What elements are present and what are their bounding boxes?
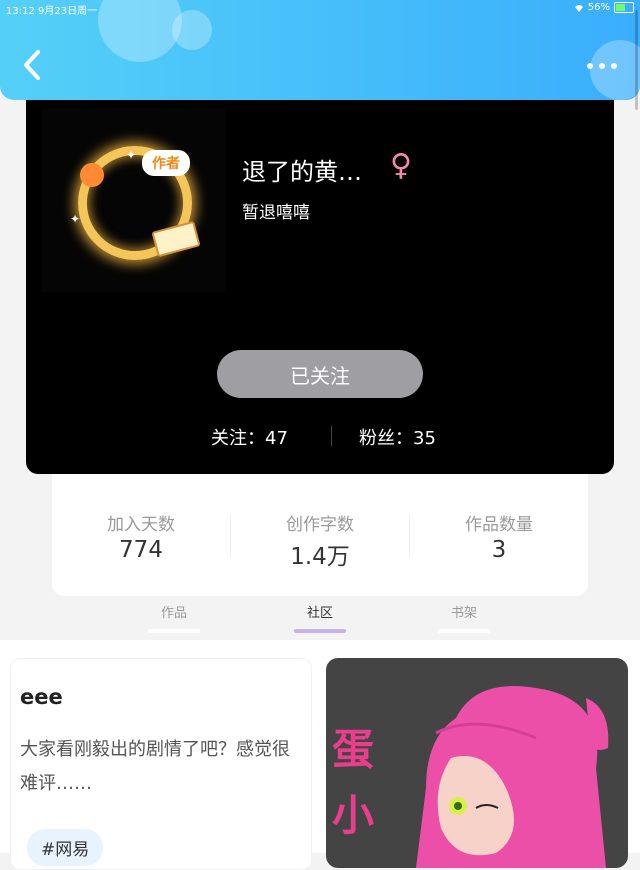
wifi-icon (574, 4, 583, 12)
status-time: 13:12 9月23日周一 (6, 6, 98, 17)
follow-stats: 关注：47 粉丝：35 (26, 424, 614, 450)
female-gender-icon: ♀ (390, 148, 412, 183)
stat-label: 作品数量 (465, 515, 533, 535)
battery-icon (614, 2, 634, 13)
stat-works-count: 作品数量 3 (410, 510, 588, 563)
author-badge: 作者 (142, 150, 190, 176)
tab-works[interactable]: 作品 (124, 602, 224, 621)
lightbulb-icon (80, 163, 104, 187)
status-bar: 13:12 9月23日周一 56% (0, 0, 640, 17)
post-title: eee (20, 685, 63, 709)
tab-bookshelf[interactable]: 书架 (414, 602, 514, 621)
more-dots-icon (599, 63, 605, 69)
fans-count[interactable]: 粉丝：35 (359, 424, 436, 450)
user-name: 退了的黄… (242, 158, 362, 186)
avatar[interactable]: 作者 ✦ ✦ (42, 108, 226, 292)
more-button[interactable] (582, 56, 622, 76)
tab-indicator-active (294, 629, 346, 633)
chevron-left-icon (24, 50, 40, 80)
tab-community[interactable]: 社区 (270, 602, 370, 621)
profile-card: 作者 ✦ ✦ 退了的黄… ♀ 暂退嘻嘻 已关注 关注：47 粉丝：35 (26, 60, 614, 474)
stat-value: 3 (491, 537, 507, 563)
tab-indicator (438, 629, 490, 633)
scrollbar[interactable] (635, 10, 638, 110)
sparkle-icon: ✦ (70, 212, 81, 226)
sparkle-icon: ✦ (126, 148, 137, 162)
stat-label: 创作字数 (286, 515, 354, 535)
following-count[interactable]: 关注：47 (211, 424, 288, 450)
post-image-card[interactable]: 蛋 小 (326, 658, 628, 868)
more-dots-icon (611, 63, 617, 69)
battery-percent: 56% (587, 2, 610, 13)
stats-card: 加入天数 774 创作字数 1.4万 作品数量 3 (52, 474, 588, 596)
image-caption-char: 蛋 (332, 725, 375, 774)
tab-indicator (148, 629, 200, 633)
user-signature: 暂退嘻嘻 (242, 203, 310, 223)
community-feed: eee 大家看刚毅出的剧情了吧？感觉很难评…… #网易 蛋 小 (0, 640, 640, 870)
stat-value: 774 (119, 537, 163, 563)
profile-tabs: 作品 社区 书架 (0, 596, 640, 640)
stat-label: 加入天数 (107, 515, 175, 535)
post-text: 大家看刚毅出的剧情了吧？感觉很难评…… (20, 739, 290, 794)
status-right: 56% (574, 2, 634, 13)
post-card[interactable]: eee 大家看刚毅出的剧情了吧？感觉很难评…… #网易 (10, 658, 312, 870)
stat-word-count: 创作字数 1.4万 (231, 510, 409, 571)
image-caption-char: 小 (332, 791, 375, 840)
more-dots-icon (587, 63, 593, 69)
follow-button[interactable]: 已关注 (217, 350, 423, 398)
decor-bubble (172, 10, 212, 50)
stat-join-days: 加入天数 774 (52, 510, 230, 563)
back-button[interactable] (18, 46, 50, 84)
divider (331, 426, 332, 446)
post-tag[interactable]: #网易 (27, 829, 104, 866)
stat-value: 1.4万 (290, 544, 350, 570)
